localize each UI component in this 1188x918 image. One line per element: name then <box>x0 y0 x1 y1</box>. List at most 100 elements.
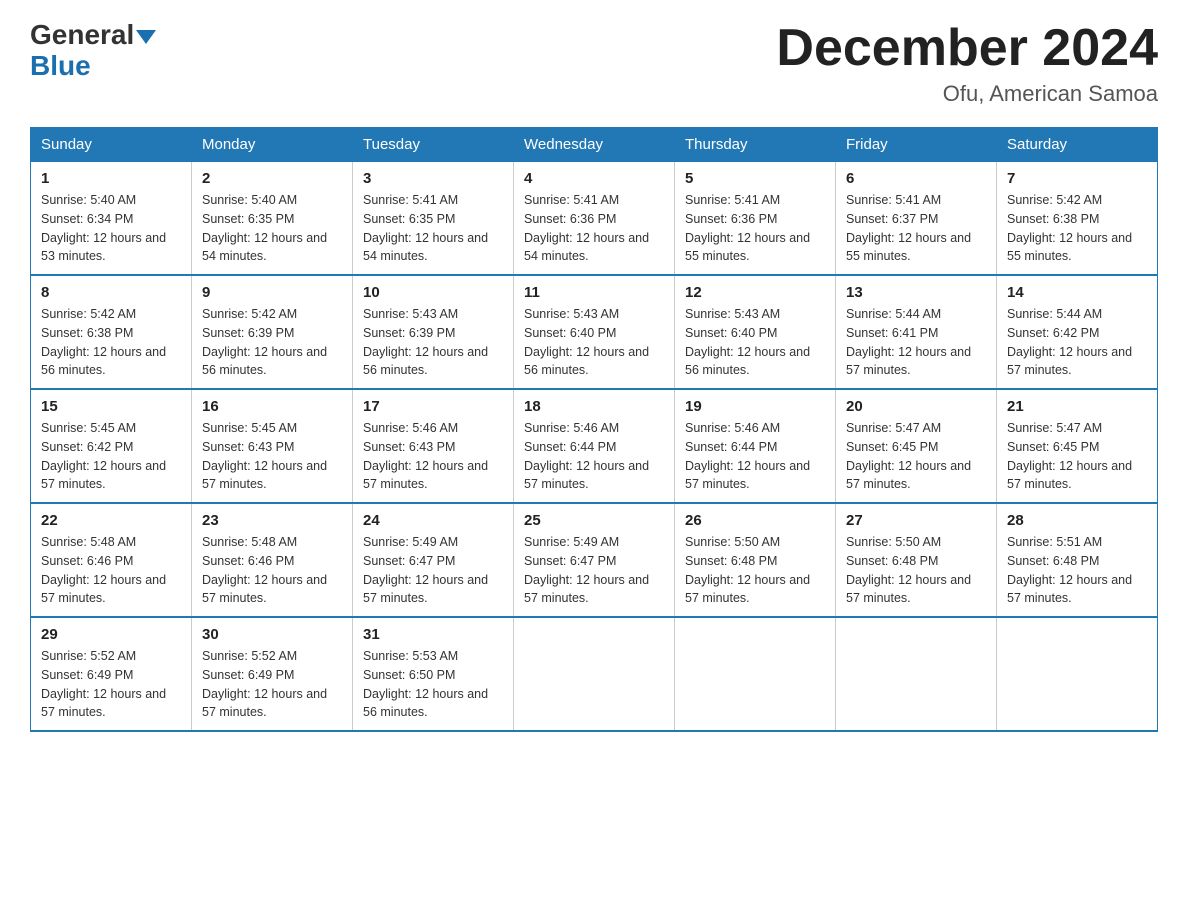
day-info: Sunrise: 5:50 AMSunset: 6:48 PMDaylight:… <box>846 535 971 605</box>
day-number: 13 <box>846 284 986 301</box>
table-row: 23 Sunrise: 5:48 AMSunset: 6:46 PMDaylig… <box>192 503 353 617</box>
calendar-week-row: 8 Sunrise: 5:42 AMSunset: 6:38 PMDayligh… <box>31 275 1158 389</box>
day-info: Sunrise: 5:50 AMSunset: 6:48 PMDaylight:… <box>685 535 810 605</box>
day-info: Sunrise: 5:47 AMSunset: 6:45 PMDaylight:… <box>1007 421 1132 491</box>
table-row: 26 Sunrise: 5:50 AMSunset: 6:48 PMDaylig… <box>675 503 836 617</box>
calendar-week-row: 22 Sunrise: 5:48 AMSunset: 6:46 PMDaylig… <box>31 503 1158 617</box>
day-number: 17 <box>363 398 503 415</box>
logo-general: General <box>30 20 156 51</box>
title-area: December 2024 Ofu, American Samoa <box>776 20 1158 107</box>
table-row: 4 Sunrise: 5:41 AMSunset: 6:36 PMDayligh… <box>514 162 675 276</box>
day-info: Sunrise: 5:49 AMSunset: 6:47 PMDaylight:… <box>363 535 488 605</box>
day-number: 19 <box>685 398 825 415</box>
day-info: Sunrise: 5:41 AMSunset: 6:36 PMDaylight:… <box>685 193 810 263</box>
day-number: 8 <box>41 284 181 301</box>
day-info: Sunrise: 5:46 AMSunset: 6:44 PMDaylight:… <box>685 421 810 491</box>
table-row: 22 Sunrise: 5:48 AMSunset: 6:46 PMDaylig… <box>31 503 192 617</box>
calendar-header-row: Sunday Monday Tuesday Wednesday Thursday… <box>31 128 1158 162</box>
col-header-friday: Friday <box>836 128 997 162</box>
day-number: 6 <box>846 170 986 187</box>
day-info: Sunrise: 5:43 AMSunset: 6:40 PMDaylight:… <box>685 307 810 377</box>
table-row: 16 Sunrise: 5:45 AMSunset: 6:43 PMDaylig… <box>192 389 353 503</box>
day-number: 22 <box>41 512 181 529</box>
table-row: 27 Sunrise: 5:50 AMSunset: 6:48 PMDaylig… <box>836 503 997 617</box>
col-header-wednesday: Wednesday <box>514 128 675 162</box>
table-row: 29 Sunrise: 5:52 AMSunset: 6:49 PMDaylig… <box>31 617 192 731</box>
day-number: 2 <box>202 170 342 187</box>
day-info: Sunrise: 5:48 AMSunset: 6:46 PMDaylight:… <box>202 535 327 605</box>
day-number: 7 <box>1007 170 1147 187</box>
day-number: 18 <box>524 398 664 415</box>
table-row: 19 Sunrise: 5:46 AMSunset: 6:44 PMDaylig… <box>675 389 836 503</box>
table-row: 13 Sunrise: 5:44 AMSunset: 6:41 PMDaylig… <box>836 275 997 389</box>
day-info: Sunrise: 5:52 AMSunset: 6:49 PMDaylight:… <box>202 649 327 719</box>
calendar-table: Sunday Monday Tuesday Wednesday Thursday… <box>30 127 1158 732</box>
day-info: Sunrise: 5:42 AMSunset: 6:38 PMDaylight:… <box>1007 193 1132 263</box>
table-row: 25 Sunrise: 5:49 AMSunset: 6:47 PMDaylig… <box>514 503 675 617</box>
day-info: Sunrise: 5:53 AMSunset: 6:50 PMDaylight:… <box>363 649 488 719</box>
day-number: 27 <box>846 512 986 529</box>
page-header: General Blue December 2024 Ofu, American… <box>30 20 1158 107</box>
table-row: 31 Sunrise: 5:53 AMSunset: 6:50 PMDaylig… <box>353 617 514 731</box>
day-number: 24 <box>363 512 503 529</box>
table-row <box>675 617 836 731</box>
table-row: 20 Sunrise: 5:47 AMSunset: 6:45 PMDaylig… <box>836 389 997 503</box>
day-info: Sunrise: 5:45 AMSunset: 6:43 PMDaylight:… <box>202 421 327 491</box>
table-row: 11 Sunrise: 5:43 AMSunset: 6:40 PMDaylig… <box>514 275 675 389</box>
table-row: 21 Sunrise: 5:47 AMSunset: 6:45 PMDaylig… <box>997 389 1158 503</box>
col-header-saturday: Saturday <box>997 128 1158 162</box>
day-number: 10 <box>363 284 503 301</box>
calendar-week-row: 29 Sunrise: 5:52 AMSunset: 6:49 PMDaylig… <box>31 617 1158 731</box>
table-row: 18 Sunrise: 5:46 AMSunset: 6:44 PMDaylig… <box>514 389 675 503</box>
day-number: 11 <box>524 284 664 301</box>
day-number: 21 <box>1007 398 1147 415</box>
calendar-week-row: 15 Sunrise: 5:45 AMSunset: 6:42 PMDaylig… <box>31 389 1158 503</box>
table-row: 10 Sunrise: 5:43 AMSunset: 6:39 PMDaylig… <box>353 275 514 389</box>
col-header-monday: Monday <box>192 128 353 162</box>
day-info: Sunrise: 5:41 AMSunset: 6:35 PMDaylight:… <box>363 193 488 263</box>
day-info: Sunrise: 5:52 AMSunset: 6:49 PMDaylight:… <box>41 649 166 719</box>
table-row: 7 Sunrise: 5:42 AMSunset: 6:38 PMDayligh… <box>997 162 1158 276</box>
day-info: Sunrise: 5:43 AMSunset: 6:39 PMDaylight:… <box>363 307 488 377</box>
day-info: Sunrise: 5:40 AMSunset: 6:34 PMDaylight:… <box>41 193 166 263</box>
day-info: Sunrise: 5:42 AMSunset: 6:39 PMDaylight:… <box>202 307 327 377</box>
day-number: 15 <box>41 398 181 415</box>
day-info: Sunrise: 5:46 AMSunset: 6:44 PMDaylight:… <box>524 421 649 491</box>
day-number: 9 <box>202 284 342 301</box>
day-info: Sunrise: 5:48 AMSunset: 6:46 PMDaylight:… <box>41 535 166 605</box>
day-info: Sunrise: 5:44 AMSunset: 6:42 PMDaylight:… <box>1007 307 1132 377</box>
col-header-tuesday: Tuesday <box>353 128 514 162</box>
day-number: 5 <box>685 170 825 187</box>
day-info: Sunrise: 5:45 AMSunset: 6:42 PMDaylight:… <box>41 421 166 491</box>
table-row: 5 Sunrise: 5:41 AMSunset: 6:36 PMDayligh… <box>675 162 836 276</box>
table-row: 6 Sunrise: 5:41 AMSunset: 6:37 PMDayligh… <box>836 162 997 276</box>
logo-triangle-icon <box>136 30 156 44</box>
day-info: Sunrise: 5:42 AMSunset: 6:38 PMDaylight:… <box>41 307 166 377</box>
day-number: 25 <box>524 512 664 529</box>
day-number: 4 <box>524 170 664 187</box>
day-number: 31 <box>363 626 503 643</box>
table-row <box>997 617 1158 731</box>
day-number: 14 <box>1007 284 1147 301</box>
day-number: 20 <box>846 398 986 415</box>
month-title: December 2024 <box>776 20 1158 77</box>
table-row <box>514 617 675 731</box>
day-info: Sunrise: 5:46 AMSunset: 6:43 PMDaylight:… <box>363 421 488 491</box>
logo: General Blue <box>30 20 156 82</box>
calendar-week-row: 1 Sunrise: 5:40 AMSunset: 6:34 PMDayligh… <box>31 162 1158 276</box>
table-row: 8 Sunrise: 5:42 AMSunset: 6:38 PMDayligh… <box>31 275 192 389</box>
day-info: Sunrise: 5:51 AMSunset: 6:48 PMDaylight:… <box>1007 535 1132 605</box>
day-number: 28 <box>1007 512 1147 529</box>
day-number: 1 <box>41 170 181 187</box>
day-info: Sunrise: 5:49 AMSunset: 6:47 PMDaylight:… <box>524 535 649 605</box>
day-number: 30 <box>202 626 342 643</box>
table-row: 30 Sunrise: 5:52 AMSunset: 6:49 PMDaylig… <box>192 617 353 731</box>
logo-blue: Blue <box>30 51 91 82</box>
location-title: Ofu, American Samoa <box>776 81 1158 107</box>
col-header-thursday: Thursday <box>675 128 836 162</box>
day-number: 23 <box>202 512 342 529</box>
day-info: Sunrise: 5:44 AMSunset: 6:41 PMDaylight:… <box>846 307 971 377</box>
day-info: Sunrise: 5:43 AMSunset: 6:40 PMDaylight:… <box>524 307 649 377</box>
day-info: Sunrise: 5:41 AMSunset: 6:36 PMDaylight:… <box>524 193 649 263</box>
table-row <box>836 617 997 731</box>
